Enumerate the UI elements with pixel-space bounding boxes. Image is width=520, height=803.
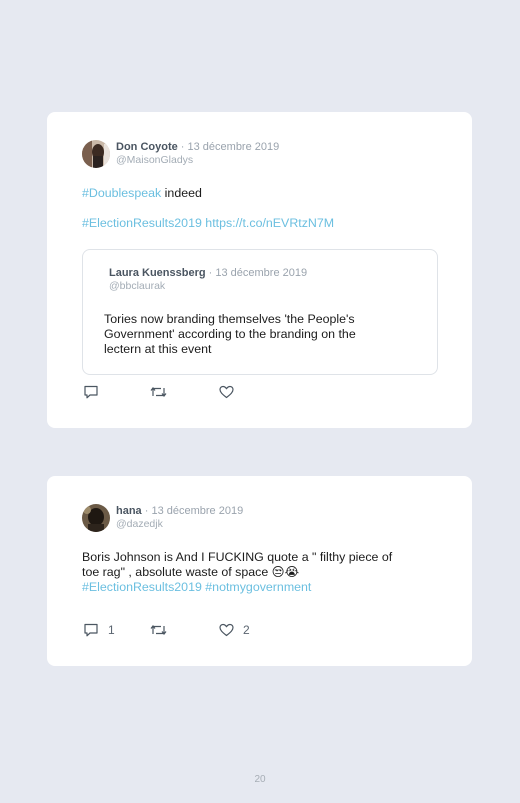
- quoted-tweet[interactable]: Laura Kuenssberg · 13 décembre 2019 @bbc…: [82, 249, 438, 375]
- page-number: 20: [254, 774, 266, 785]
- author-handle[interactable]: @MaisonGladys: [116, 154, 193, 166]
- retweet-icon: [150, 387, 167, 397]
- avatar[interactable]: [82, 140, 110, 168]
- quoted-handle[interactable]: @bbclaurak: [109, 280, 165, 292]
- tweet-date[interactable]: · 13 décembre 2019: [142, 505, 243, 517]
- author-handle[interactable]: @dazedjk: [116, 518, 163, 530]
- hashtag-link[interactable]: #Doublespeak: [82, 186, 161, 200]
- reply-icon: [84, 623, 98, 637]
- url-link[interactable]: https://t.co/nEVRtzN7M: [202, 216, 334, 230]
- retweet-icon: [150, 625, 167, 635]
- tweet-card: hana · 13 décembre 2019 @dazedjk Boris J…: [47, 476, 472, 666]
- quoted-date: · 13 décembre 2019: [205, 267, 308, 279]
- tweet-header: hana · 13 décembre 2019: [116, 505, 243, 517]
- reply-count: 1: [108, 623, 115, 637]
- tweet-text-line: toe rag" , absolute waste of space 😒😭: [82, 565, 300, 579]
- tweet-text-segment: indeed: [161, 186, 202, 200]
- author-name[interactable]: Don Coyote: [116, 141, 178, 153]
- heart-icon: [219, 385, 234, 399]
- hashtag-link[interactable]: #ElectionResults2019: [82, 216, 202, 230]
- quoted-text-line: Government' according to the branding on…: [104, 327, 356, 341]
- tweet-links: #ElectionResults2019 https://t.co/nEVRtz…: [82, 216, 334, 231]
- heart-icon: [219, 623, 234, 637]
- author-name[interactable]: hana: [116, 505, 142, 517]
- reply-button[interactable]: [83, 385, 99, 399]
- tweet-header: Don Coyote · 13 décembre 2019: [116, 141, 279, 153]
- avatar[interactable]: [82, 504, 110, 532]
- reply-button[interactable]: 1: [83, 623, 115, 637]
- tweet-date[interactable]: · 13 décembre 2019: [178, 141, 279, 153]
- hashtag-links[interactable]: #ElectionResults2019 #notmygovernment: [82, 580, 311, 595]
- retweet-button[interactable]: [150, 385, 167, 399]
- reply-icon: [84, 385, 98, 399]
- like-button[interactable]: 2: [219, 623, 250, 637]
- quoted-author-name[interactable]: Laura Kuenssberg: [109, 267, 206, 279]
- tweet-text-line: Boris Johnson is And I FUCKING quote a "…: [82, 550, 393, 564]
- retweet-button[interactable]: [150, 623, 167, 637]
- like-count: 2: [243, 623, 250, 637]
- like-button[interactable]: [219, 385, 234, 399]
- quoted-text-line: lectern at this event: [104, 342, 212, 356]
- quoted-text-line: Tories now branding themselves 'the Peop…: [104, 312, 355, 326]
- tweet-card: Don Coyote · 13 décembre 2019 @MaisonGla…: [47, 112, 472, 428]
- tweet-text: #Doublespeak indeed: [82, 186, 202, 201]
- quoted-header: Laura Kuenssberg · 13 décembre 2019: [109, 267, 307, 279]
